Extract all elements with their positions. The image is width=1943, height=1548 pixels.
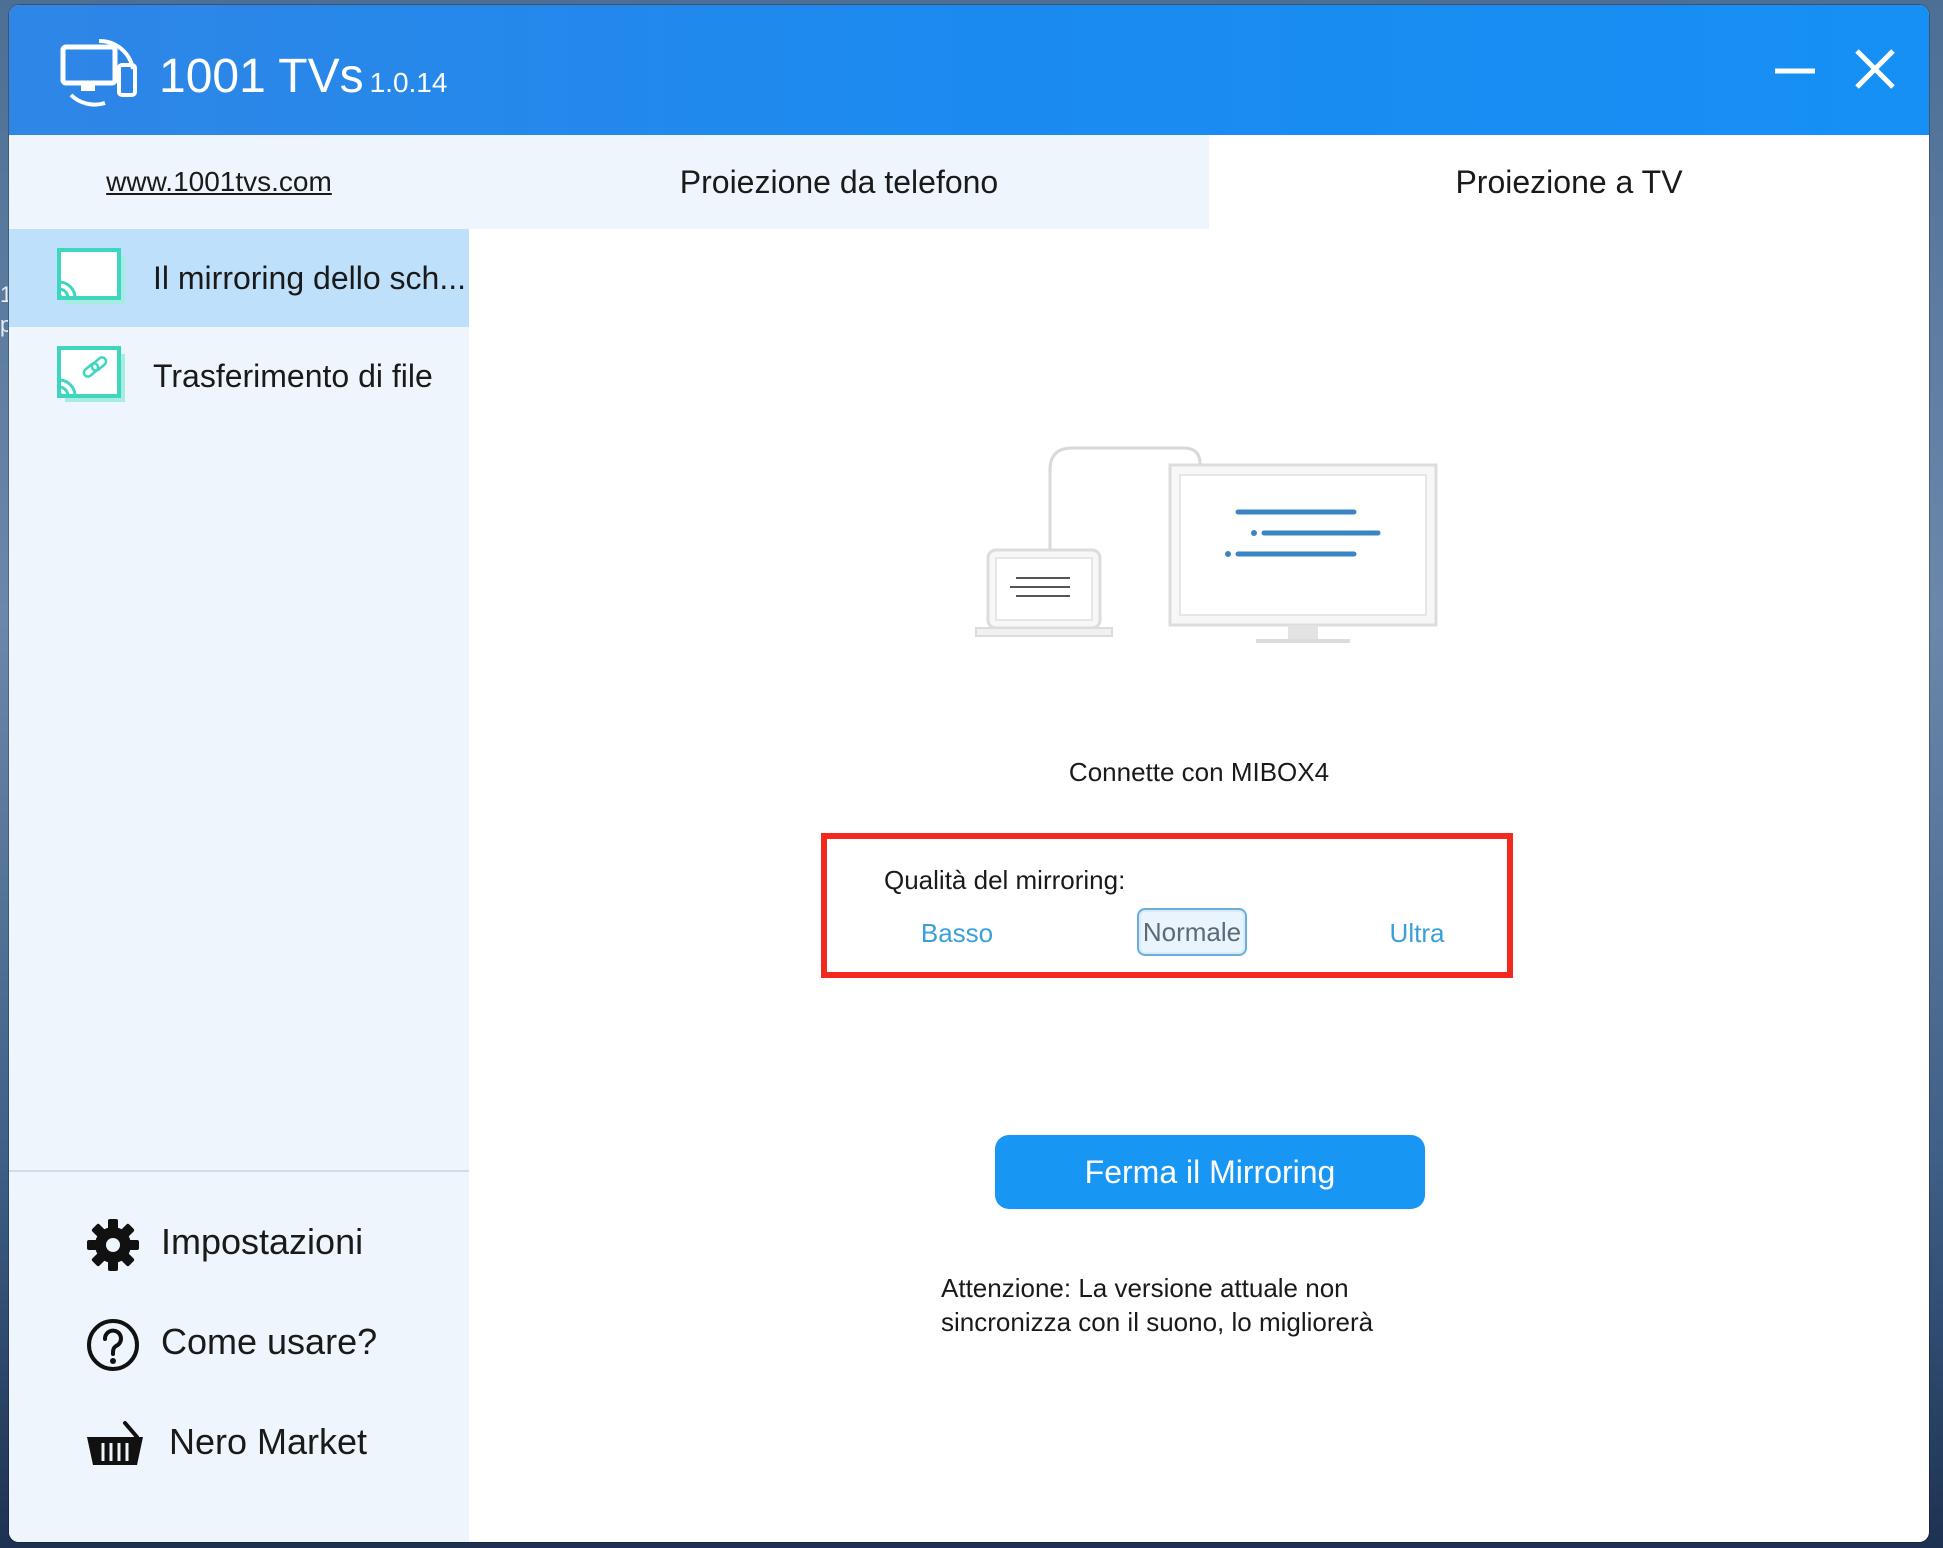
sidebar-item-file-transfer[interactable]: Trasferimento di file — [9, 327, 469, 425]
market-button[interactable]: Nero Market — [9, 1403, 469, 1483]
title-bar[interactable]: 1001 TVs 1.0.14 — [9, 5, 1929, 135]
market-label: Nero Market — [169, 1421, 368, 1462]
help-button[interactable]: Come usare? — [9, 1303, 469, 1383]
warning-text: Attenzione: La versione attuale non sinc… — [941, 1271, 1501, 1339]
quality-option-normal[interactable]: Normale — [1137, 908, 1247, 956]
app-title: 1001 TVs 1.0.14 — [159, 49, 447, 111]
close-icon[interactable] — [1847, 41, 1903, 97]
website-link[interactable]: www.1001tvs.com — [9, 135, 469, 229]
connection-status: Connette con MIBOX4 — [1068, 757, 1330, 787]
sidebar-divider — [9, 1170, 469, 1172]
tv-phone-logo-icon — [60, 38, 137, 107]
quality-selector-highlight: Qualità del mirroring: Basso Normale Ult… — [821, 833, 1513, 978]
basket-icon — [87, 1421, 143, 1465]
desktop-text-fragment: p — [0, 312, 8, 337]
warning-line: sincronizza con il suono, lo migliorerà — [941, 1307, 1374, 1337]
sidebar-item-label: Trasferimento di file — [153, 357, 433, 394]
app-version: 1.0.14 — [369, 67, 448, 98]
tab-tv-projection[interactable]: Proiezione a TV — [1209, 135, 1929, 229]
sidebar: www.1001tvs.com Il mirroring dello sch..… — [9, 135, 469, 1542]
file-transfer-cast-icon — [57, 346, 125, 402]
screen-cast-icon — [57, 248, 125, 304]
sidebar-item-label: Il mirroring dello sch... — [153, 259, 466, 296]
gear-icon — [87, 1219, 139, 1271]
sidebar-item-screen-mirroring[interactable]: Il mirroring dello sch... — [9, 229, 469, 327]
quality-option-low[interactable]: Basso — [907, 908, 1007, 958]
settings-button[interactable]: Impostazioni — [9, 1203, 469, 1283]
stop-mirroring-button[interactable]: Ferma il Mirroring — [995, 1135, 1425, 1209]
tab-phone-projection[interactable]: Proiezione da telefono — [469, 135, 1209, 229]
quality-label: Qualità del mirroring: — [884, 865, 1126, 895]
settings-label: Impostazioni — [161, 1221, 364, 1262]
laptop-to-monitor-icon — [975, 446, 1438, 643]
quality-option-ultra[interactable]: Ultra — [1367, 908, 1467, 958]
warning-line: Attenzione: La versione attuale non — [941, 1273, 1349, 1303]
desktop-text-fragment: 1 — [0, 282, 8, 307]
help-label: Come usare? — [161, 1321, 378, 1362]
app-name: 1001 TVs — [159, 50, 364, 103]
app-window: 1001 TVs 1.0.14 www.1001tvs.com Il mirror… — [9, 5, 1929, 1542]
minimize-icon[interactable] — [1767, 41, 1823, 97]
help-circle-icon — [87, 1319, 139, 1371]
